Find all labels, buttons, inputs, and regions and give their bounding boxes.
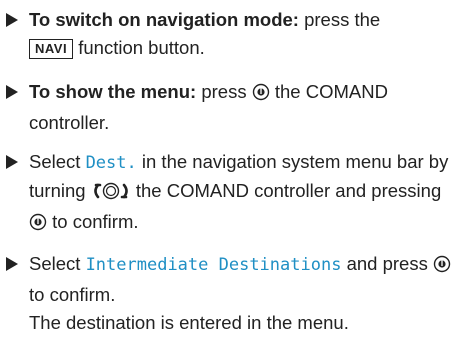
step-text: To show the menu: press the COMAND contr… xyxy=(29,78,458,137)
navi-function-button: NAVI xyxy=(29,39,74,59)
bullet-triangle-icon xyxy=(6,257,18,271)
press-controller-icon xyxy=(29,211,47,239)
instruction-step: Select Dest. in the navigation system me… xyxy=(6,148,458,239)
step-text-part: to confirm. xyxy=(52,211,139,232)
step-text-part: Select xyxy=(29,151,81,172)
bullet-triangle-icon xyxy=(6,13,18,27)
turn-controller-icon xyxy=(91,180,131,208)
step-text-part: and press xyxy=(346,253,428,274)
step-text: Select Dest. in the navigation system me… xyxy=(29,148,458,239)
instruction-step: Select Intermediate Destinations and pre… xyxy=(6,250,458,337)
step-text: To switch on navigation mode: press the … xyxy=(29,6,458,62)
step-text-part: function button. xyxy=(78,37,205,58)
instruction-step: To switch on navigation mode: press the … xyxy=(6,6,458,62)
step-lead: To show the menu: xyxy=(29,81,197,102)
step-text: Select Intermediate Destinations and pre… xyxy=(29,250,458,337)
bullet-triangle-icon xyxy=(6,155,18,169)
press-controller-icon xyxy=(433,253,451,281)
step-lead: To switch on navigation mode: xyxy=(29,9,299,30)
step-result-note: The destination is entered in the menu. xyxy=(29,312,349,333)
step-text-part: Select xyxy=(29,253,81,274)
step-text-part: to confirm. xyxy=(29,284,116,305)
instruction-page: To switch on navigation mode: press the … xyxy=(0,0,462,343)
step-text-part: press xyxy=(201,81,247,102)
press-controller-icon xyxy=(252,81,270,109)
bullet-triangle-icon xyxy=(6,85,18,99)
step-text-part: press the xyxy=(304,9,381,30)
menu-item-dest: Dest. xyxy=(85,153,137,173)
menu-item-intermediate-destinations: Intermediate Destinations xyxy=(85,255,342,275)
step-text-part: the COMAND controller and pressing xyxy=(135,180,442,201)
instruction-step: To show the menu: press the COMAND contr… xyxy=(6,78,458,137)
